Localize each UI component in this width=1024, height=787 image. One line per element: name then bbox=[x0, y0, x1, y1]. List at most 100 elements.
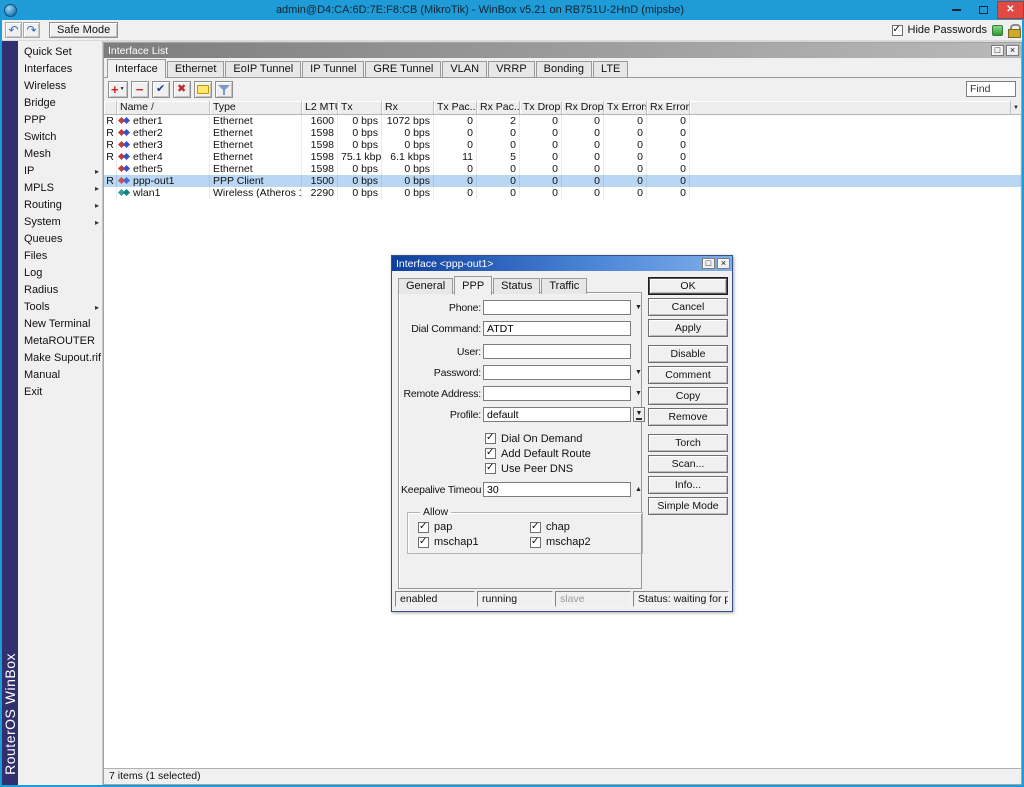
password-dropdown-icon[interactable]: ▼ bbox=[633, 369, 644, 376]
comment-button[interactable] bbox=[194, 81, 212, 98]
sidebar-item-exit[interactable]: Exit bbox=[18, 384, 102, 401]
use-peer-dns-checkbox[interactable] bbox=[485, 463, 496, 474]
hide-passwords-checkbox[interactable] bbox=[892, 25, 903, 36]
tab-bonding[interactable]: Bonding bbox=[536, 61, 592, 77]
sidebar-item-bridge[interactable]: Bridge bbox=[18, 95, 102, 112]
table-row-ether2[interactable]: R ether2 Ethernet 1598 0 bps 0 bps 0 0 0… bbox=[104, 127, 1021, 139]
close-button[interactable]: ✕ bbox=[997, 1, 1024, 19]
sidebar-item-quick-set[interactable]: Quick Set bbox=[18, 44, 102, 61]
interface-list-titlebar[interactable]: Interface List □ × bbox=[104, 43, 1021, 58]
sidebar-item-files[interactable]: Files bbox=[18, 248, 102, 265]
remote-address-input[interactable] bbox=[483, 386, 631, 401]
nav-back-button[interactable]: ↶ bbox=[5, 22, 22, 38]
sidebar-item-log[interactable]: Log bbox=[18, 265, 102, 282]
sidebar-item-wireless[interactable]: Wireless bbox=[18, 78, 102, 95]
sidebar-item-ip[interactable]: IP▸ bbox=[18, 163, 102, 180]
spin-up-icon[interactable]: ▲ bbox=[633, 486, 644, 493]
tab-eoip-tunnel[interactable]: EoIP Tunnel bbox=[225, 61, 301, 77]
copy-button[interactable]: Copy bbox=[648, 387, 728, 405]
sidebar-item-system[interactable]: System▸ bbox=[18, 214, 102, 231]
nav-forward-button[interactable]: ↷ bbox=[23, 22, 40, 38]
apply-button[interactable]: Apply bbox=[648, 319, 728, 337]
sidebar-item-make-supout[interactable]: Make Supout.rif bbox=[18, 350, 102, 367]
sidebar-item-ppp[interactable]: PPP bbox=[18, 112, 102, 129]
sidebar-item-manual[interactable]: Manual bbox=[18, 367, 102, 384]
phone-dropdown-icon[interactable]: ▼ bbox=[633, 304, 644, 311]
tab-general[interactable]: General bbox=[398, 278, 453, 294]
window-maximize-button[interactable]: □ bbox=[991, 45, 1004, 56]
column-header-tx-drops[interactable]: Tx Drops bbox=[520, 101, 562, 114]
dialog-titlebar[interactable]: Interface <ppp-out1> □ × bbox=[392, 256, 732, 271]
comment-button[interactable]: Comment bbox=[648, 366, 728, 384]
column-header-tx-packet[interactable]: Tx Pac... bbox=[434, 101, 477, 114]
table-row-ether5[interactable]: ether5 Ethernet 1598 0 bps 0 bps 0 0 0 0… bbox=[104, 163, 1021, 175]
column-header-tx-errors[interactable]: Tx Errors bbox=[604, 101, 647, 114]
column-header-type[interactable]: Type bbox=[210, 101, 302, 114]
chap-checkbox[interactable] bbox=[530, 522, 541, 533]
table-row-ether4[interactable]: R ether4 Ethernet 1598 75.1 kbps 6.1 kbp… bbox=[104, 151, 1021, 163]
dial-on-demand-checkbox[interactable] bbox=[485, 433, 496, 444]
column-header-name[interactable]: Name/ bbox=[117, 101, 210, 114]
enable-button[interactable]: ✔ bbox=[152, 81, 170, 98]
pap-checkbox[interactable] bbox=[418, 522, 429, 533]
tab-gre-tunnel[interactable]: GRE Tunnel bbox=[365, 61, 441, 77]
simple-mode-button[interactable]: Simple Mode bbox=[648, 497, 728, 515]
disable-button[interactable]: ✖ bbox=[173, 81, 191, 98]
table-row-ether1[interactable]: R ether1 Ethernet 1600 0 bps 1072 bps 0 … bbox=[104, 115, 1021, 127]
disable-button[interactable]: Disable bbox=[648, 345, 728, 363]
sidebar-item-tools[interactable]: Tools▸ bbox=[18, 299, 102, 316]
find-input[interactable] bbox=[966, 81, 1016, 97]
sidebar-item-mesh[interactable]: Mesh bbox=[18, 146, 102, 163]
mschap1-checkbox[interactable] bbox=[418, 537, 429, 548]
sidebar-item-metarouter[interactable]: MetaROUTER bbox=[18, 333, 102, 350]
add-default-route-checkbox[interactable] bbox=[485, 448, 496, 459]
profile-select[interactable] bbox=[483, 407, 631, 422]
dialog-close-button[interactable]: × bbox=[717, 258, 730, 269]
mschap2-checkbox[interactable] bbox=[530, 537, 541, 548]
dialog-maximize-button[interactable]: □ bbox=[702, 258, 715, 269]
column-header-rx[interactable]: Rx bbox=[382, 101, 434, 114]
tab-ethernet[interactable]: Ethernet bbox=[167, 61, 225, 77]
remove-button[interactable]: Remove bbox=[648, 408, 728, 426]
column-header-rx-packet[interactable]: Rx Pac... bbox=[477, 101, 520, 114]
safe-mode-button[interactable]: Safe Mode bbox=[49, 22, 118, 38]
remove-interface-button[interactable]: − bbox=[131, 81, 149, 98]
sidebar-item-routing[interactable]: Routing▸ bbox=[18, 197, 102, 214]
tab-traffic[interactable]: Traffic bbox=[541, 278, 587, 294]
sidebar-item-queues[interactable]: Queues bbox=[18, 231, 102, 248]
sidebar-item-interfaces[interactable]: Interfaces bbox=[18, 61, 102, 78]
table-row-wlan1[interactable]: wlan1 Wireless (Atheros 11N) 2290 0 bps … bbox=[104, 187, 1021, 199]
minimize-button[interactable] bbox=[943, 1, 970, 19]
dial-command-input[interactable] bbox=[483, 321, 631, 336]
sidebar-item-new-terminal[interactable]: New Terminal bbox=[18, 316, 102, 333]
table-row-ether3[interactable]: R ether3 Ethernet 1598 0 bps 0 bps 0 0 0… bbox=[104, 139, 1021, 151]
column-header-flag[interactable] bbox=[104, 101, 117, 114]
column-header-tx[interactable]: Tx bbox=[338, 101, 382, 114]
tab-ppp[interactable]: PPP bbox=[454, 276, 492, 295]
scan-button[interactable]: Scan... bbox=[648, 455, 728, 473]
column-header-l2mtu[interactable]: L2 MTU bbox=[302, 101, 338, 114]
tab-vlan[interactable]: VLAN bbox=[442, 61, 487, 77]
sidebar-item-mpls[interactable]: MPLS▸ bbox=[18, 180, 102, 197]
sidebar-item-radius[interactable]: Radius bbox=[18, 282, 102, 299]
profile-combo-button[interactable]: ▼ bbox=[633, 407, 645, 422]
torch-button[interactable]: Torch bbox=[648, 434, 728, 452]
keepalive-timeout-input[interactable] bbox=[483, 482, 631, 497]
tab-interface[interactable]: Interface bbox=[107, 59, 166, 78]
phone-input[interactable] bbox=[483, 300, 631, 315]
filter-button[interactable] bbox=[215, 81, 233, 98]
column-chooser-button[interactable]: ▼ bbox=[1010, 101, 1021, 114]
ok-button[interactable]: OK bbox=[648, 277, 728, 295]
add-interface-button[interactable]: +▼ bbox=[108, 81, 128, 98]
user-input[interactable] bbox=[483, 344, 631, 359]
table-row-ppp-out1-selected[interactable]: R ppp-out1 PPP Client 1500 0 bps 0 bps 0… bbox=[104, 175, 1021, 187]
window-close-button[interactable]: × bbox=[1006, 45, 1019, 56]
cancel-button[interactable]: Cancel bbox=[648, 298, 728, 316]
tab-ip-tunnel[interactable]: IP Tunnel bbox=[302, 61, 364, 77]
tab-lte[interactable]: LTE bbox=[593, 61, 628, 77]
remote-address-dropdown-icon[interactable]: ▼ bbox=[633, 390, 644, 397]
titlebar[interactable]: admin@D4:CA:6D:7E:F8:CB (MikroTik) - Win… bbox=[0, 0, 1024, 20]
column-header-rx-drops[interactable]: Rx Drops bbox=[562, 101, 604, 114]
sidebar-item-switch[interactable]: Switch bbox=[18, 129, 102, 146]
column-header-rx-errors[interactable]: Rx Errors bbox=[647, 101, 690, 114]
